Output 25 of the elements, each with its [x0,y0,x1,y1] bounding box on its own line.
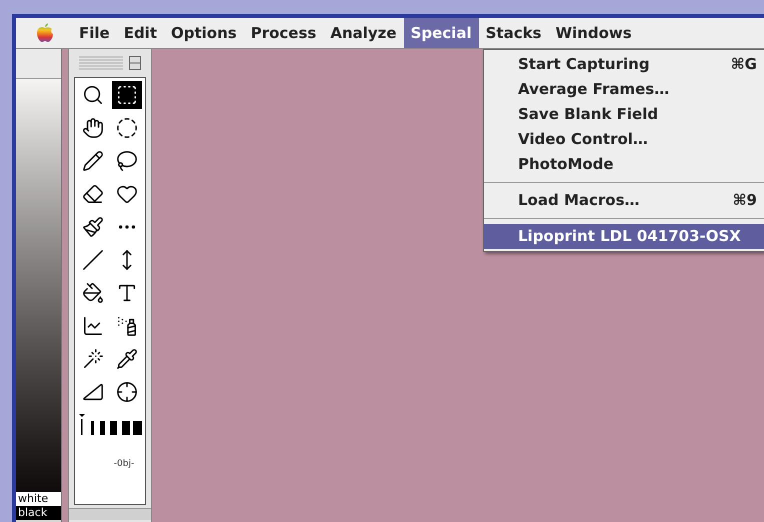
menu-title[interactable]: Analyze [323,18,404,48]
lut-label: white [16,492,61,506]
dashed-rectangle-icon[interactable] [112,81,142,109]
menu-item[interactable]: Load Macros… ⌘9 [484,188,764,213]
menu-title[interactable]: Stacks [478,18,548,48]
menu-item[interactable]: Save Blank Field [484,102,764,127]
menu-title[interactable]: Edit [116,18,164,48]
shortcut-label: ⌘G [730,54,757,76]
shortcut-label: ⌘9 [732,190,757,212]
menu-title[interactable]: Process [244,18,324,48]
menu-title[interactable]: Special [404,18,479,48]
object-tool[interactable]: -0bj- [114,458,134,472]
menu-item[interactable]: Lipoprint LDL 041703-OSX [484,224,764,249]
menu-item[interactable]: Average Frames… [484,77,764,102]
menu-title[interactable]: Windows [548,18,639,48]
apple-logo-icon[interactable] [36,23,54,43]
menu-title[interactable]: Options [164,18,244,48]
collapse-box-icon[interactable] [129,56,141,70]
lut-label: black [16,506,61,520]
line-width-selector-icon[interactable] [78,414,142,436]
menu-item[interactable]: Start Capturing ⌘G [484,52,764,77]
menu-item[interactable]: PhotoMode [484,152,764,177]
menu-title[interactable]: File [72,18,117,48]
menu-item[interactable]: Video Control… [484,127,764,152]
title-bar-grip-icon [79,56,123,70]
